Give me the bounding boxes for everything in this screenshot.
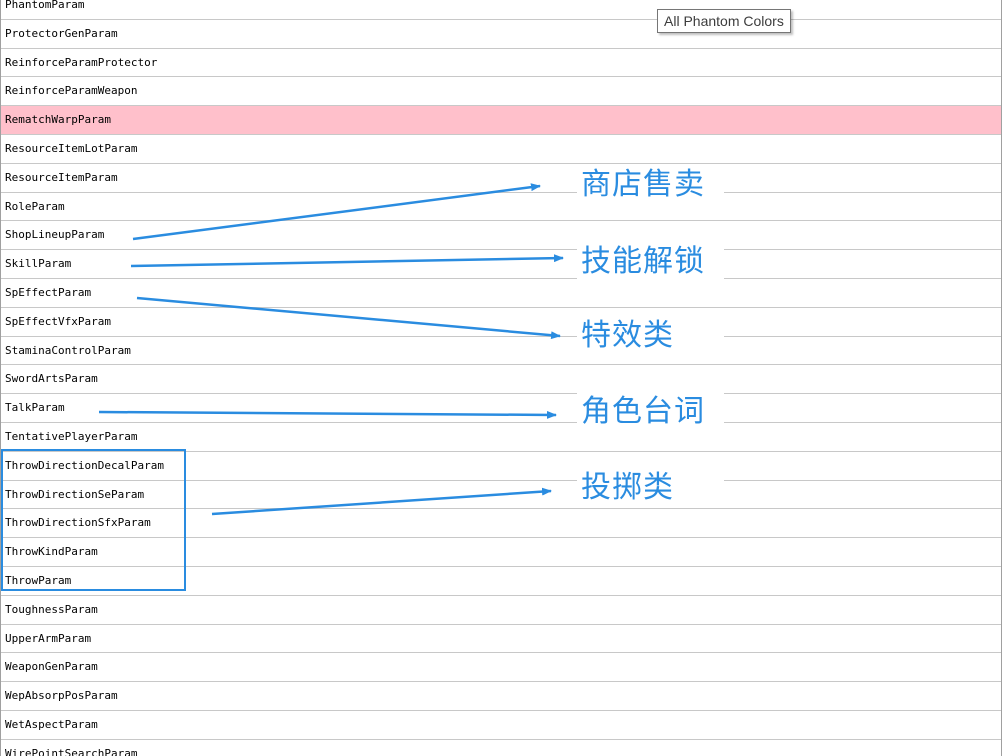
list-item[interactable]: ReinforceParamProtector: [1, 48, 1001, 78]
list-item[interactable]: SkillParam: [1, 250, 1001, 279]
list-item-label: ResourceItemParam: [5, 170, 118, 184]
list-item[interactable]: ThrowDirectionDecalParam: [1, 451, 1001, 481]
list-item-label: ThrowDirectionDecalParam: [5, 458, 164, 472]
list-item-label: SpEffectVfxParam: [5, 314, 111, 328]
list-item-label: PhantomParam: [5, 0, 85, 11]
list-item-label: ResourceItemLotParam: [5, 141, 138, 155]
list-item[interactable]: ToughnessParam: [1, 595, 1001, 625]
list-item[interactable]: RoleParam: [1, 192, 1001, 222]
list-item[interactable]: WepAbsorpPosParam: [1, 682, 1001, 711]
list-item[interactable]: ThrowParam: [1, 566, 1001, 596]
list-item[interactable]: TalkParam: [1, 394, 1001, 423]
list-item-label: ProtectorGenParam: [5, 26, 118, 40]
list-item-label: RematchWarpParam: [5, 113, 111, 127]
list-item[interactable]: ResourceItemParam: [1, 163, 1001, 193]
param-list-window: PhantomParam ProtectorGenParam ReinforcePa…: [0, 0, 1002, 756]
list-item-label: ToughnessParam: [5, 602, 98, 616]
list-item[interactable]: PhantomParam: [1, 0, 1001, 20]
annotation-talk: 角色台词: [577, 392, 724, 432]
list-item[interactable]: WetAspectParam: [1, 710, 1001, 740]
list-item[interactable]: ResourceItemLotParam: [1, 134, 1001, 164]
tooltip-text: All Phantom Colors: [664, 13, 784, 29]
list-item[interactable]: WirePointSearchParam: [1, 739, 1001, 756]
list-item-label: UpperArmParam: [5, 631, 92, 645]
list-item[interactable]: ThrowDirectionSfxParam: [1, 509, 1001, 539]
list-item[interactable]: ProtectorGenParam: [1, 19, 1001, 49]
param-list: PhantomParam ProtectorGenParam ReinforcePa…: [0, 0, 1002, 756]
list-item-label: ThrowKindParam: [5, 545, 98, 559]
tooltip: All Phantom Colors: [657, 9, 791, 33]
list-item[interactable]: SpEffectParam: [1, 278, 1001, 308]
list-item-label: ReinforceParamProtector: [5, 55, 158, 69]
annotation-effect: 特效类: [577, 316, 724, 356]
list-item-label: ShopLineupParam: [5, 228, 105, 242]
list-item[interactable]: ShopLineupParam: [1, 221, 1001, 251]
list-item[interactable]: SpEffectVfxParam: [1, 307, 1001, 337]
list-item-label: SkillParam: [5, 257, 72, 271]
list-item-label: ThrowDirectionSeParam: [5, 487, 145, 501]
list-item[interactable]: TentativePlayerParam: [1, 422, 1001, 452]
list-item-label: SpEffectParam: [5, 285, 92, 299]
list-item-label: SwordArtsParam: [5, 372, 98, 386]
list-item[interactable]: SwordArtsParam: [1, 365, 1001, 395]
list-item-label: TalkParam: [5, 401, 65, 415]
list-item-label: WirePointSearchParam: [5, 746, 138, 756]
list-item[interactable]: WeaponGenParam: [1, 653, 1001, 683]
annotation-shop: 商店售卖: [577, 165, 724, 205]
list-item-label: TentativePlayerParam: [5, 429, 138, 443]
list-item[interactable]: ThrowDirectionSeParam: [1, 480, 1001, 510]
list-item-label: ThrowDirectionSfxParam: [5, 516, 151, 530]
list-item-label: ThrowParam: [5, 573, 72, 587]
list-item-label: ReinforceParamWeapon: [5, 84, 138, 98]
list-item-label: WeaponGenParam: [5, 660, 98, 674]
list-item[interactable]: UpperArmParam: [1, 624, 1001, 654]
list-item-selected[interactable]: RematchWarpParam: [1, 106, 1001, 135]
list-item-label: StaminaControlParam: [5, 343, 131, 357]
list-item-label: WepAbsorpPosParam: [5, 689, 118, 703]
list-item-label: WetAspectParam: [5, 717, 98, 731]
list-item[interactable]: StaminaControlParam: [1, 336, 1001, 366]
annotation-skill: 技能解锁: [577, 242, 724, 282]
list-item[interactable]: ThrowKindParam: [1, 538, 1001, 567]
list-item-label: RoleParam: [5, 199, 65, 213]
list-item[interactable]: ReinforceParamWeapon: [1, 77, 1001, 107]
annotation-throw: 投掷类: [577, 468, 724, 508]
